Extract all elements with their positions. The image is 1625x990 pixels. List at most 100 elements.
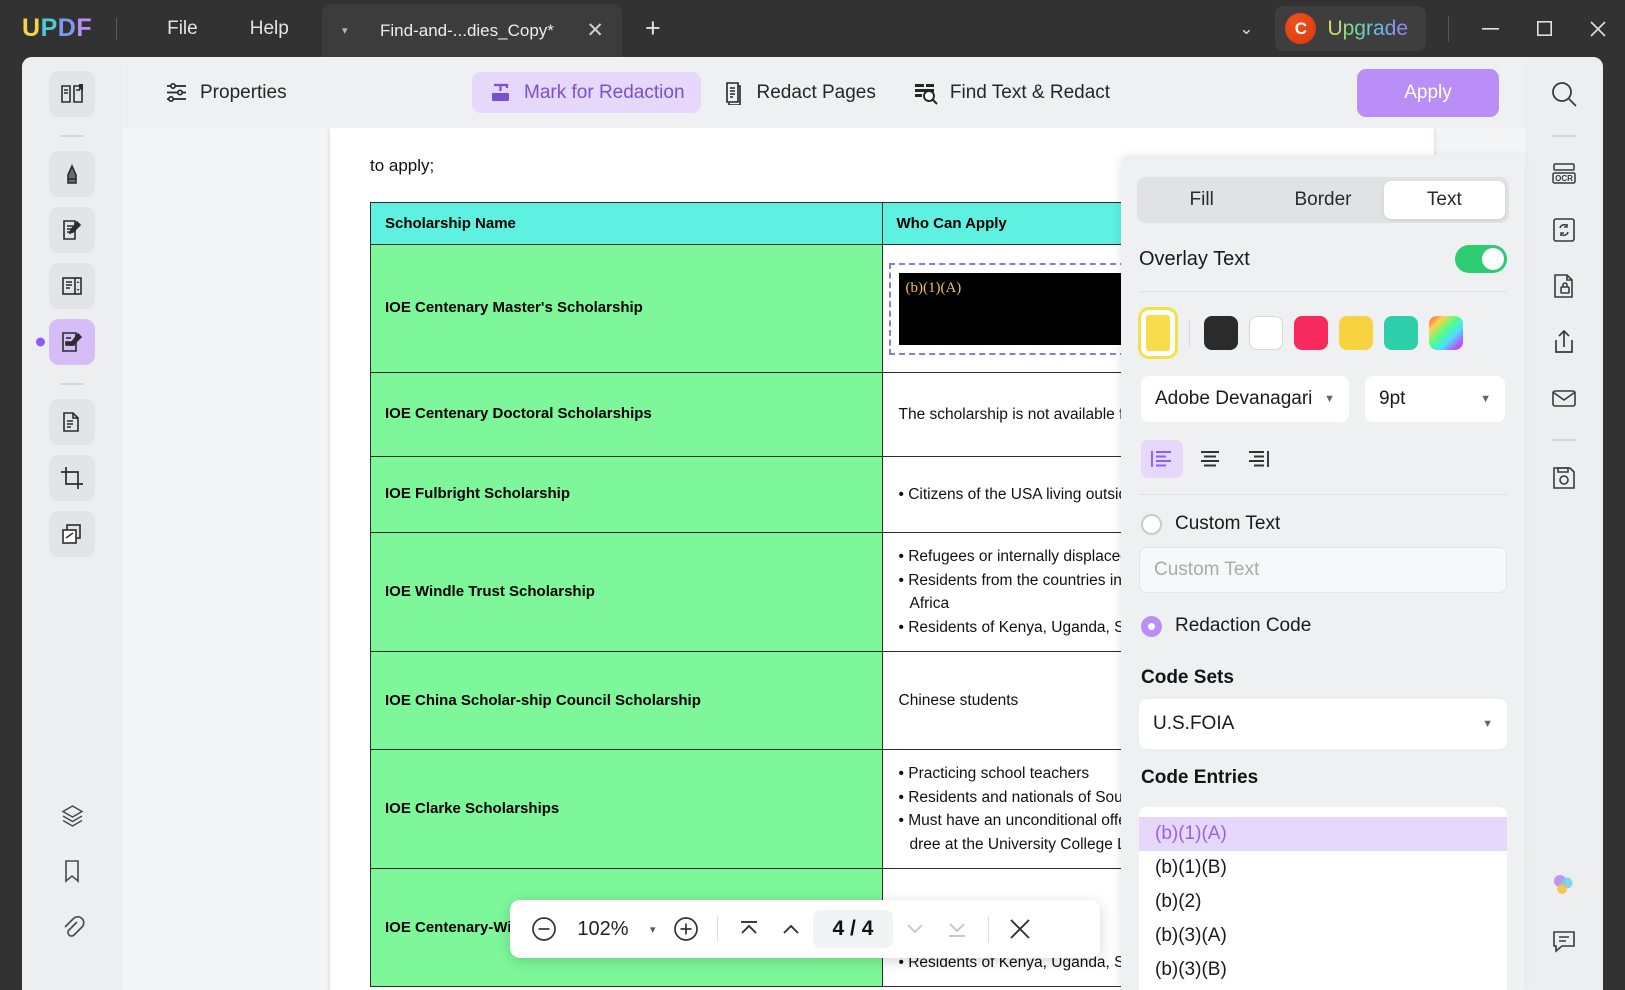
chevron-down-icon[interactable]: ▼ [1482, 718, 1493, 730]
redaction-code-radio[interactable] [1141, 616, 1162, 637]
page-indicator[interactable]: 4 / 4 [813, 910, 894, 948]
cell-scholarship-name: IOE Windle Trust Scholarship [371, 533, 883, 652]
align-right-button[interactable] [1237, 440, 1279, 478]
close-zoombar-button[interactable] [1000, 909, 1040, 949]
tab-close-icon[interactable]: ✕ [586, 18, 604, 43]
zoom-level-value[interactable]: 102% [566, 918, 640, 941]
chevron-down-icon[interactable]: ▼ [1324, 393, 1335, 405]
code-entry-item[interactable]: (b)(3)(A) [1139, 919, 1507, 953]
apply-button[interactable]: Apply [1357, 69, 1499, 117]
color-swatch-white[interactable] [1249, 316, 1283, 350]
feedback-icon[interactable] [1541, 918, 1587, 964]
close-button[interactable] [1571, 0, 1625, 57]
color-swatch-pink[interactable] [1294, 316, 1328, 350]
ai-assistant-icon[interactable] [1541, 862, 1587, 908]
current-color-swatch[interactable] [1141, 310, 1175, 356]
custom-text-radio-row[interactable]: Custom Text [1137, 495, 1509, 547]
zoom-dropdown-icon[interactable]: ▾ [642, 923, 664, 936]
panel-tab-text[interactable]: Text [1384, 181, 1505, 219]
code-entry-item[interactable]: (b)(1)(B) [1139, 851, 1507, 885]
menu-file[interactable]: File [141, 0, 224, 57]
tool-label-find-text: Find Text & Redact [950, 82, 1110, 104]
minimize-button[interactable] [1463, 0, 1517, 57]
tab-title: Find-and-...dies_Copy* [348, 21, 587, 41]
zoombar-divider [717, 916, 718, 942]
cell-scholarship-name: IOE Centenary Doctoral Scholarships [371, 373, 883, 457]
overlay-text-label: Overlay Text [1139, 248, 1250, 271]
rail-separator-2 [1552, 439, 1576, 441]
right-sidebar-bottom [1525, 862, 1603, 974]
app-shell: Properties Mark for Redaction Redact Pag… [22, 57, 1603, 990]
custom-text-input[interactable]: Custom Text [1139, 547, 1507, 593]
color-swatch-row [1137, 292, 1509, 374]
zoom-in-button[interactable] [666, 909, 706, 949]
protect-icon[interactable] [1541, 263, 1587, 309]
cell-scholarship-name: IOE China Scholar-ship Council Scholarsh… [371, 652, 883, 750]
sidebar-batch-icon[interactable] [49, 511, 95, 557]
share-icon[interactable] [1541, 319, 1587, 365]
last-page-button[interactable] [937, 909, 977, 949]
tool-redact-pages[interactable]: Redact Pages [705, 72, 892, 113]
swatch-divider [1189, 320, 1190, 346]
color-picker-swatch[interactable] [1429, 316, 1463, 350]
convert-icon[interactable] [1541, 207, 1587, 253]
upgrade-button[interactable]: C Upgrade [1275, 6, 1426, 51]
tool-label-redact-pages: Redact Pages [757, 82, 876, 104]
search-icon[interactable] [1541, 71, 1587, 117]
align-left-button[interactable] [1141, 440, 1183, 478]
first-page-button[interactable] [729, 909, 769, 949]
code-entry-item[interactable]: (b)(2) [1139, 885, 1507, 919]
layers-icon[interactable] [49, 792, 95, 838]
font-size-select[interactable]: 9pt ▼ [1365, 376, 1505, 422]
chevron-down-icon[interactable]: ⌄ [1217, 19, 1275, 39]
sidebar-reader-icon[interactable] [49, 71, 95, 117]
panel-tab-bar: Fill Border Text [1137, 177, 1509, 223]
tool-find-text-and-redact[interactable]: Find Text & Redact [896, 72, 1126, 113]
sidebar-edit-pdf-icon[interactable] [49, 207, 95, 253]
attachment-icon[interactable] [49, 904, 95, 950]
sidebar-crop-icon[interactable] [49, 455, 95, 501]
active-indicator-dot [36, 338, 45, 347]
save-icon[interactable] [1541, 455, 1587, 501]
panel-tab-fill[interactable]: Fill [1141, 181, 1262, 219]
redaction-code-radio-row[interactable]: Redaction Code [1137, 597, 1509, 649]
zoom-out-button[interactable] [524, 909, 564, 949]
sidebar-convert-icon[interactable] [49, 399, 95, 445]
color-swatch-yellow[interactable] [1339, 316, 1373, 350]
overlay-text-toggle[interactable] [1455, 245, 1507, 273]
titlebar-right-group: ⌄ C Upgrade [1217, 0, 1625, 57]
sidebar-redact-icon[interactable] [49, 319, 95, 365]
document-tab[interactable]: ▾ Find-and-...dies_Copy* ✕ [322, 4, 622, 57]
text-properties-panel: Fill Border Text Overlay Text [1121, 155, 1525, 990]
new-tab-button[interactable]: + [645, 14, 661, 42]
previous-page-button[interactable] [771, 909, 811, 949]
logo-letter-u: U [22, 14, 41, 43]
code-entry-item[interactable]: (b)(3)(B) [1139, 953, 1507, 987]
code-entry-item[interactable]: (b)(1)(A) [1139, 817, 1507, 851]
cell-scholarship-name: IOE Clarke Scholarships [371, 750, 883, 869]
chevron-down-icon[interactable]: ▼ [1480, 393, 1491, 405]
custom-text-radio[interactable] [1141, 514, 1162, 535]
code-entries-list[interactable]: (b)(1)(A) (b)(1)(B) (b)(2) (b)(3)(A) (b)… [1139, 807, 1507, 990]
color-swatch-teal[interactable] [1384, 316, 1418, 350]
bookmark-icon[interactable] [49, 848, 95, 894]
panel-tab-border[interactable]: Border [1262, 181, 1383, 219]
tool-mark-for-redaction[interactable]: Mark for Redaction [472, 72, 701, 113]
align-center-button[interactable] [1189, 440, 1231, 478]
font-family-select[interactable]: Adobe Devanagari ▼ [1141, 376, 1349, 422]
properties-button[interactable]: Properties [148, 72, 303, 113]
email-icon[interactable] [1541, 375, 1587, 421]
title-bar: U P D F File Help ▾ Find-and-...dies_Cop… [0, 0, 1625, 57]
color-swatch-black[interactable] [1204, 316, 1238, 350]
sidebar-page-organize-icon[interactable] [49, 263, 95, 309]
menu-help[interactable]: Help [224, 0, 315, 57]
maximize-button[interactable] [1517, 0, 1571, 57]
code-sets-select[interactable]: U.S.FOIA ▼ [1139, 699, 1507, 749]
updf-window: U P D F File Help ▾ Find-and-...dies_Cop… [0, 0, 1625, 990]
zoombar-divider-2 [988, 916, 989, 942]
next-page-button[interactable] [895, 909, 935, 949]
sidebar-highlight-icon[interactable] [49, 151, 95, 197]
custom-text-label: Custom Text [1175, 513, 1280, 535]
svg-text:OCR: OCR [1555, 174, 1573, 183]
ocr-icon[interactable]: OCR [1541, 151, 1587, 197]
